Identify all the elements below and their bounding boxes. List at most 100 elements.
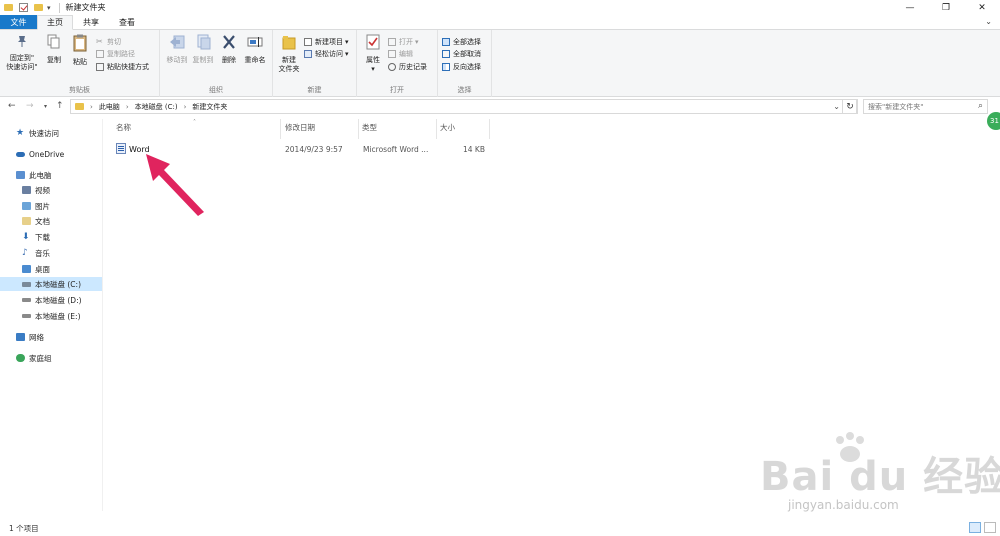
select-group-label: 选择: [457, 86, 472, 94]
tab-file[interactable]: 文件: [0, 15, 37, 29]
select-none-button[interactable]: 全部取消: [442, 48, 481, 59]
new-folder-button[interactable]: 新建 文件夹: [275, 34, 303, 74]
column-header-modified[interactable]: 修改日期: [285, 122, 315, 133]
new-folder-label-line1: 新建: [282, 56, 296, 64]
breadcrumb-chevron-icon[interactable]: ›: [126, 103, 129, 111]
easy-access-button[interactable]: 轻松访问 ▾: [304, 48, 349, 59]
open-label: 打开: [399, 37, 413, 46]
edit-label: 编辑: [399, 49, 413, 58]
column-divider[interactable]: [280, 119, 281, 139]
copy-to-button[interactable]: 复制到: [190, 34, 216, 65]
breadcrumb-chevron-icon[interactable]: ›: [184, 103, 187, 111]
network-icon: [16, 333, 25, 341]
new-folder-quick-icon[interactable]: [34, 4, 43, 11]
nav-pictures[interactable]: 图片: [0, 199, 102, 213]
pin-quick-access-button[interactable]: 固定到" 快速访问": [4, 34, 40, 72]
recent-dropdown-icon[interactable]: ▾: [44, 103, 47, 110]
select-all-icon: [442, 37, 450, 46]
customize-quick-access-icon[interactable]: ▾: [47, 4, 51, 12]
column-divider[interactable]: [358, 119, 359, 139]
invert-selection-button[interactable]: 反向选择: [442, 61, 481, 72]
column-divider[interactable]: [436, 119, 437, 139]
address-input[interactable]: › 此电脑 › 本地磁盘 (C:) › 新建文件夹 ⌄: [70, 99, 857, 114]
clipboard-group-label: 剪贴板: [69, 86, 90, 94]
nav-downloads-label: 下载: [35, 232, 50, 242]
ribbon-tabs: 文件 主页 共享 查看 ⌄: [0, 15, 1000, 30]
pin-label-line2: 快速访问": [6, 63, 38, 71]
computer-icon: [16, 171, 25, 179]
minimize-button[interactable]: —: [892, 0, 928, 15]
nav-this-pc[interactable]: 此电脑: [0, 168, 102, 182]
history-label: 历史记录: [399, 62, 427, 71]
clipboard-icon: [73, 34, 87, 52]
nav-drive-d[interactable]: 本地磁盘 (D:): [0, 293, 102, 307]
back-arrow-icon[interactable]: ←: [8, 101, 16, 111]
breadcrumb-new-folder[interactable]: 新建文件夹: [192, 102, 227, 112]
new-folder-label-line2: 文件夹: [278, 65, 300, 73]
group-organize: 移动到 复制到 删除 重命名 组织: [160, 30, 273, 97]
edit-button[interactable]: 编辑: [388, 48, 413, 59]
up-arrow-icon[interactable]: ↑: [56, 101, 64, 111]
nav-downloads[interactable]: ⬇ 下载: [0, 230, 102, 244]
invert-selection-label: 反向选择: [453, 62, 481, 71]
details-view-button[interactable]: [969, 522, 981, 533]
breadcrumb-this-pc[interactable]: 此电脑: [99, 102, 120, 112]
chevron-down-icon[interactable]: ⌄: [985, 17, 992, 26]
delete-button[interactable]: 删除: [218, 34, 240, 65]
tab-home[interactable]: 主页: [37, 15, 73, 30]
paste-shortcut-button[interactable]: 粘贴快捷方式: [96, 61, 149, 72]
history-button[interactable]: 历史记录: [388, 61, 427, 72]
nav-desktop-label: 桌面: [35, 264, 50, 274]
maximize-button[interactable]: ❐: [928, 0, 964, 15]
column-divider[interactable]: [489, 119, 490, 139]
cut-button[interactable]: ✂ 剪切: [96, 36, 121, 47]
column-header-name[interactable]: 名称: [116, 122, 131, 133]
address-dropdown-icon[interactable]: ⌄: [833, 102, 840, 111]
invert-selection-icon: [442, 62, 450, 71]
drive-icon: [22, 314, 31, 318]
move-to-button[interactable]: 移动到: [164, 34, 190, 65]
drive-icon: [22, 281, 31, 287]
nav-videos-label: 视频: [35, 185, 50, 195]
nav-videos[interactable]: 视频: [0, 183, 102, 197]
pin-label-line1: 固定到": [9, 54, 35, 62]
open-button[interactable]: 打开 ▾: [388, 36, 419, 47]
nav-desktop[interactable]: 桌面: [0, 262, 102, 276]
homegroup-icon: [16, 354, 25, 362]
open-dropdown-icon: ▾: [415, 37, 419, 46]
pin-icon: [18, 36, 26, 47]
title-divider: [58, 2, 60, 13]
forward-arrow-icon[interactable]: →: [26, 101, 34, 111]
large-icons-view-button[interactable]: [984, 522, 996, 533]
nav-onedrive[interactable]: OneDrive: [0, 147, 102, 161]
properties-button[interactable]: 属性 ▾: [361, 34, 385, 74]
column-header-size[interactable]: 大小: [440, 122, 455, 133]
tab-view[interactable]: 查看: [109, 15, 145, 29]
file-type: Microsoft Word ...: [363, 145, 429, 154]
tab-share[interactable]: 共享: [73, 15, 109, 29]
paste-button[interactable]: 粘贴: [68, 34, 92, 67]
copy-button[interactable]: 复制: [42, 34, 66, 65]
nav-network[interactable]: 网络: [0, 330, 102, 344]
breadcrumb-drive-c[interactable]: 本地磁盘 (C:): [135, 102, 178, 112]
search-input[interactable]: [868, 102, 968, 111]
nav-documents[interactable]: 文档: [0, 214, 102, 228]
easy-access-dropdown-icon: ▾: [345, 49, 349, 58]
select-all-button[interactable]: 全部选择: [442, 36, 481, 47]
properties-quick-icon[interactable]: [19, 3, 28, 12]
new-item-button[interactable]: 新建项目 ▾: [304, 36, 349, 47]
search-box[interactable]: ⌕: [863, 99, 988, 114]
sort-ascending-icon: ˄: [193, 119, 196, 126]
copy-path-button[interactable]: 复制路径: [96, 48, 135, 59]
rename-button[interactable]: 重命名: [242, 34, 268, 65]
refresh-button[interactable]: ↻: [842, 99, 858, 114]
nav-drive-c[interactable]: 本地磁盘 (C:): [0, 277, 102, 291]
nav-pictures-label: 图片: [35, 201, 50, 211]
column-header-type[interactable]: 类型: [362, 122, 377, 133]
nav-homegroup[interactable]: 家庭组: [0, 351, 102, 365]
nav-music[interactable]: ♪ 音乐: [0, 246, 102, 260]
new-item-label: 新建项目: [315, 37, 343, 46]
close-button[interactable]: ✕: [964, 0, 1000, 15]
nav-drive-e[interactable]: 本地磁盘 (E:): [0, 309, 102, 323]
nav-quick-access[interactable]: ★ 快速访问: [0, 126, 102, 140]
